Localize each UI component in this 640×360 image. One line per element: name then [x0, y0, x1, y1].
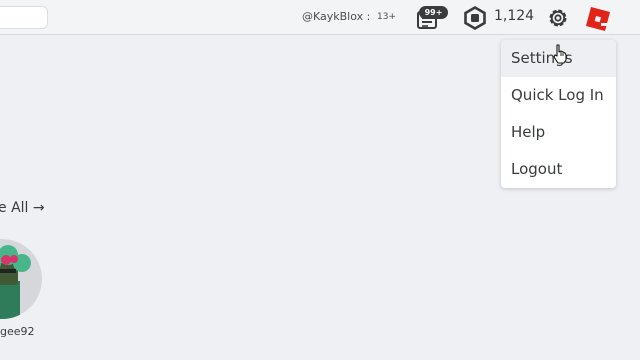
notification-badge: 99+ [419, 6, 448, 19]
gear-icon[interactable] [546, 6, 570, 30]
roblox-logo-icon[interactable] [585, 6, 611, 32]
hand-cursor-icon [553, 44, 567, 64]
menu-item-help[interactable]: Help [501, 114, 616, 151]
top-navigation-bar: @KaykBlox : 13+ 99+ 1,124 [0, 0, 640, 35]
see-all-link[interactable]: e All → [0, 200, 45, 216]
username-label[interactable]: @KaykBlox : [302, 10, 370, 23]
friend-avatar[interactable] [0, 239, 42, 319]
friend-name[interactable]: gee92 [0, 325, 35, 338]
avatar-character-icon [0, 245, 31, 319]
robux-icon[interactable] [463, 6, 487, 30]
robux-balance[interactable]: 1,124 [494, 8, 534, 24]
roblox-home-page: @KaykBlox : 13+ 99+ 1,124 Settings Quick… [0, 0, 640, 360]
search-input[interactable] [0, 6, 48, 29]
menu-item-quick-log-in[interactable]: Quick Log In [501, 77, 616, 114]
notifications-button[interactable]: 99+ [413, 4, 448, 32]
menu-item-logout[interactable]: Logout [501, 151, 616, 188]
age-label: 13+ [377, 12, 396, 22]
